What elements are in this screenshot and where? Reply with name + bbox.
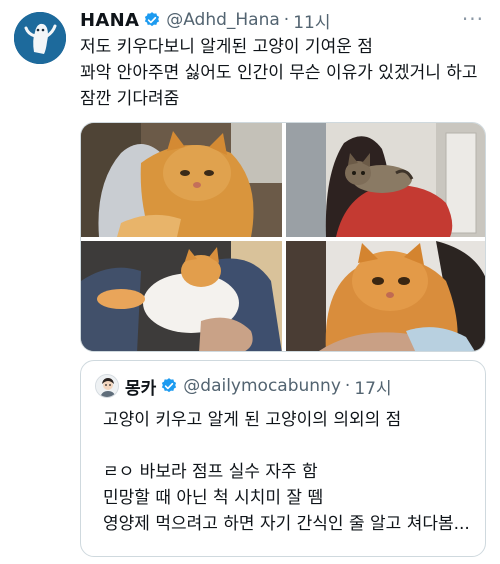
quoted-tweet[interactable]: 몽카 @dailymocabunny · 17시 고양이 키우고 알게 된 고양… [80, 360, 486, 557]
more-options-icon[interactable]: ··· [462, 7, 484, 31]
tweet-text-line: 잠깐 기다려줌 [80, 89, 180, 109]
separator-dot: · [344, 376, 351, 396]
quoted-tweet-timestamp: 17시 [354, 378, 392, 399]
tweet-text-line: 꽈악 안아주면 싫어도 인간이 무슨 이유가 있겠거니 하고 [80, 63, 478, 83]
quoted-author-handle: @dailymocabunny [183, 376, 341, 396]
author-name[interactable]: HANA [80, 10, 139, 31]
verified-badge-icon [143, 11, 161, 29]
orange-cat-hugged-photo[interactable] [81, 123, 282, 237]
tweet-text-line: 저도 키우다보니 알게된 고양이 기여운 점 [80, 37, 373, 57]
author-avatar[interactable] [14, 12, 66, 64]
tabby-cat-hugged-photo[interactable] [286, 123, 485, 237]
quoted-text-line: 고양이 키우고 알게 된 고양이의 의외의 점 [103, 410, 402, 430]
verified-badge-icon [160, 377, 178, 395]
quoted-text-line: ㄹㅇ 바보라 점프 실수 자주 함 [103, 462, 318, 482]
quoted-author-avatar[interactable] [95, 374, 119, 398]
tweet-header: HANA @Adhd_Hana · 11시 ··· [80, 7, 486, 33]
tweet-text: 저도 키우다보니 알게된 고양이 기여운 점 꽈악 안아주면 싫어도 인간이 무… [80, 34, 490, 112]
quoted-author-name: 몽카 [125, 378, 157, 399]
quoted-tweet-text: 고양이 키우고 알게 된 고양이의 의외의 점 ㄹㅇ 바보라 점프 실수 자주 … [103, 407, 475, 537]
author-handle[interactable]: @Adhd_Hana [166, 10, 280, 30]
quoted-text-line: 민망할 때 아닌 척 시치미 잘 뗌 [103, 488, 324, 508]
tweet-timestamp[interactable]: 11시 [293, 8, 330, 33]
quoted-text-line: 영양제 먹으려고 하면 자기 간식인 줄 알고 쳐다봄... [103, 514, 470, 534]
white-orange-cat-held-photo[interactable] [81, 241, 282, 351]
quoted-text-blank-line [103, 433, 475, 459]
quoted-tweet-header: 몽카 @dailymocabunny · 17시 [95, 373, 392, 399]
separator-dot: · [283, 10, 290, 30]
media-grid [80, 122, 486, 352]
orange-cat-held-close-photo[interactable] [286, 241, 485, 351]
